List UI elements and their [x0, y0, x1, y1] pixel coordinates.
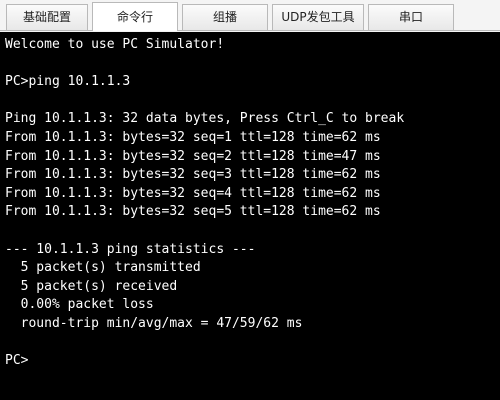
terminal-line: Ping 10.1.1.3: 32 data bytes, Press Ctrl…	[5, 111, 405, 127]
terminal-line: --- 10.1.1.3 ping statistics ---	[5, 241, 256, 257]
terminal-line: 5 packet(s) transmitted	[5, 260, 201, 276]
terminal-line: 0.00% packet loss	[5, 297, 154, 313]
command-terminal[interactable]: Welcome to use PC Simulator! PC>ping 10.…	[0, 32, 500, 400]
terminal-line: Welcome to use PC Simulator!	[5, 37, 225, 52]
terminal-line: PC>ping 10.1.1.3	[5, 74, 131, 90]
terminal-line: From 10.1.1.3: bytes=32 seq=3 ttl=128 ti…	[5, 167, 381, 183]
terminal-prompt: PC>	[5, 353, 29, 369]
tab-udp-tool[interactable]: UDP发包工具	[272, 4, 364, 30]
pc-simulator-window: 基础配置 命令行 组播 UDP发包工具 串口 Welcome to use PC…	[0, 0, 500, 400]
tab-multicast[interactable]: 组播	[182, 4, 268, 30]
tab-basic-config[interactable]: 基础配置	[6, 4, 88, 30]
tab-serial-port[interactable]: 串口	[368, 4, 454, 30]
terminal-line: From 10.1.1.3: bytes=32 seq=5 ttl=128 ti…	[5, 204, 381, 220]
tab-divider	[0, 30, 500, 31]
tab-command-line[interactable]: 命令行	[92, 2, 178, 31]
tab-bar: 基础配置 命令行 组播 UDP发包工具 串口	[0, 0, 500, 33]
terminal-line: From 10.1.1.3: bytes=32 seq=4 ttl=128 ti…	[5, 185, 381, 201]
terminal-line: 5 packet(s) received	[5, 278, 178, 294]
terminal-line: From 10.1.1.3: bytes=32 seq=2 ttl=128 ti…	[5, 148, 381, 164]
terminal-line: round-trip min/avg/max = 47/59/62 ms	[5, 315, 303, 331]
terminal-line: From 10.1.1.3: bytes=32 seq=1 ttl=128 ti…	[5, 129, 381, 145]
